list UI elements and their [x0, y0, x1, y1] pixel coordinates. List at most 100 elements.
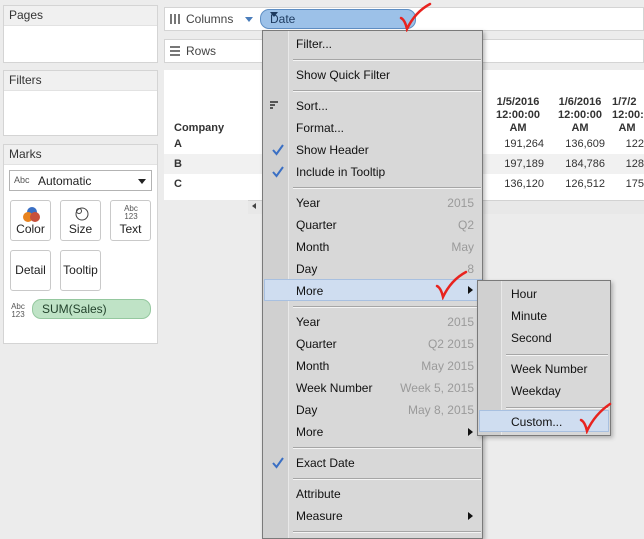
table-cell: 197,189: [504, 158, 544, 170]
mark-type-dropdown[interactable]: Abc Automatic: [9, 170, 152, 191]
columns-icon: [170, 14, 180, 24]
color-button[interactable]: Color: [10, 200, 51, 241]
menu-item-label: Attribute: [296, 487, 341, 501]
menu-item-label: Format...: [296, 121, 345, 135]
pages-card: Pages: [3, 5, 158, 63]
column-header: 1/6/2016 12:00:00 AM: [550, 96, 610, 135]
scroll-left-arrow-icon[interactable]: [252, 203, 256, 209]
sum-sales-label: SUM(Sales): [42, 302, 107, 316]
color-icon: [23, 207, 40, 222]
menu-item-label: Day: [296, 262, 318, 276]
menu-item-format[interactable]: Format...: [264, 117, 482, 139]
pages-title: Pages: [4, 6, 157, 26]
row-header: Company: [174, 122, 225, 134]
column-header: 1/5/2016 12:00:00 AM: [488, 96, 548, 135]
menu-item-year-value[interactable]: Year 2015: [264, 311, 482, 333]
columns-caret-icon[interactable]: [245, 17, 253, 22]
menu-item-value: Q2 2015: [427, 337, 474, 351]
submenu-item-week-number[interactable]: Week Number: [479, 358, 609, 380]
menu-item-filter[interactable]: Filter...: [264, 33, 482, 55]
table-cell: 128: [625, 158, 644, 170]
table-cell: 175: [625, 178, 644, 190]
menu-item-label: Quarter: [296, 218, 337, 232]
annotation-check-icon: [435, 270, 468, 300]
menu-item-label: Hour: [511, 287, 538, 301]
rows-label: Rows: [186, 44, 217, 58]
column-header-line: AM: [571, 122, 589, 134]
menu-item-day-value[interactable]: Day May 8, 2015: [264, 399, 482, 421]
column-header-line: 1/7/2: [612, 96, 637, 108]
menu-item-label: Day: [296, 403, 318, 417]
menu-item-label: Measure: [296, 509, 343, 523]
abc123-icon: Abc 123: [11, 302, 25, 319]
submenu-item-weekday[interactable]: Weekday: [479, 380, 609, 402]
sum-sales-pill[interactable]: SUM(Sales): [32, 299, 151, 319]
submenu-item-hour[interactable]: Hour: [479, 283, 609, 305]
menu-item-quarter[interactable]: Quarter Q2: [264, 214, 482, 236]
size-icon: [75, 207, 89, 221]
menu-item-value: Week 5, 2015: [400, 381, 474, 395]
menu-item-value: 2015: [447, 196, 474, 210]
marks-title: Marks: [4, 145, 157, 165]
menu-item-show-quick-filter[interactable]: Show Quick Filter: [264, 64, 482, 86]
menu-item-value: 8: [467, 262, 474, 276]
column-header-line: 12:00:0: [612, 109, 644, 121]
submenu-item-second[interactable]: Second: [479, 327, 609, 349]
rows-icon: [170, 46, 180, 56]
column-header-line: AM: [509, 122, 527, 134]
row-label-b: B: [174, 158, 182, 170]
sort-icon: [270, 101, 278, 109]
column-header: 1/7/2 12:00:0 AM: [612, 96, 644, 135]
table-cell: 191,264: [504, 138, 544, 150]
menu-item-measure[interactable]: Measure: [264, 505, 482, 527]
menu-item-value: Q2: [457, 218, 474, 232]
menu-item-attribute[interactable]: Attribute: [264, 483, 482, 505]
menu-item-label: Weekday: [511, 384, 561, 398]
menu-item-label: Custom...: [511, 415, 563, 429]
menu-item-label: Show Quick Filter: [296, 68, 391, 82]
menu-item-value: 2015: [447, 315, 474, 329]
menu-item-month[interactable]: Month May: [264, 236, 482, 258]
abc-icon: Abc: [14, 175, 30, 185]
menu-item-exact-date[interactable]: Exact Date: [264, 452, 482, 474]
filters-card: Filters: [3, 70, 158, 136]
text-label: Text: [119, 222, 142, 236]
menu-item-label: Week Number: [511, 362, 588, 376]
menu-item-year[interactable]: Year 2015: [264, 192, 482, 214]
submenu-arrow-icon: [468, 286, 473, 294]
date-pill[interactable]: Date: [260, 9, 416, 29]
row-label-c: C: [174, 178, 182, 190]
menu-item-label: Week Number: [296, 381, 373, 395]
menu-item-week-number-value[interactable]: Week Number Week 5, 2015: [264, 377, 482, 399]
menu-item-label: Quarter: [296, 337, 337, 351]
column-header-line: AM: [618, 122, 636, 134]
submenu-arrow-icon: [468, 428, 473, 436]
menu-item-label: Include in Tooltip: [296, 165, 386, 179]
menu-item-label: Exact Date: [296, 456, 355, 470]
menu-item-month-value[interactable]: Month May 2015: [264, 355, 482, 377]
chevron-down-icon[interactable]: [270, 12, 278, 17]
menu-item-sort[interactable]: Sort...: [264, 95, 482, 117]
submenu-item-minute[interactable]: Minute: [479, 305, 609, 327]
table-cell: 122: [625, 138, 644, 150]
column-header-line: 12:00:00: [495, 109, 541, 121]
text-button[interactable]: Abc 123 Text: [110, 200, 151, 241]
columns-label: Columns: [186, 12, 234, 26]
menu-item-more-2[interactable]: More: [264, 421, 482, 443]
tooltip-button[interactable]: Tooltip: [60, 250, 101, 291]
menu-item-quarter-value[interactable]: Quarter Q2 2015: [264, 333, 482, 355]
detail-button[interactable]: Detail: [10, 250, 51, 291]
text-icon: Abc 123: [124, 204, 138, 221]
menu-item-show-header[interactable]: Show Header: [264, 139, 482, 161]
column-header-line: 12:00:00: [557, 109, 603, 121]
menu-item-label: Year: [296, 315, 321, 329]
menu-item-include-tooltip[interactable]: Include in Tooltip: [264, 161, 482, 183]
mark-type-value: Automatic: [38, 174, 92, 188]
menu-item-label: Second: [511, 331, 552, 345]
menu-item-value: May 8, 2015: [407, 403, 474, 417]
size-button[interactable]: Size: [60, 200, 101, 241]
menu-item-label: Month: [296, 240, 330, 254]
filters-title: Filters: [4, 71, 157, 91]
column-header-line: 1/6/2016: [558, 96, 602, 108]
menu-item-label: Show Header: [296, 143, 369, 157]
